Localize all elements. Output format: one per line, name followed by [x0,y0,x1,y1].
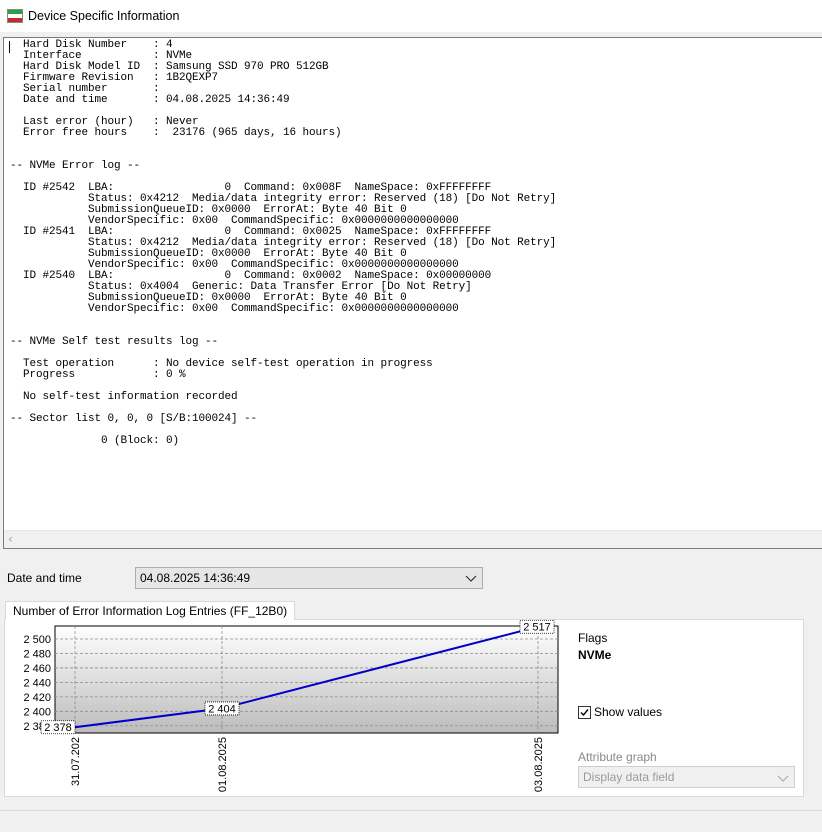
y-tick-label: 2 400 [23,706,51,718]
scroll-left-icon[interactable]: ‹ [8,532,13,546]
date-time-select-value: 04.08.2025 14:36:49 [140,571,251,585]
tab-label: Number of Error Information Log Entries … [13,604,288,618]
date-time-row: Date and time 04.08.2025 14:36:49 [0,555,822,601]
window-title: Device Specific Information [28,9,180,23]
tab-error-log-entries[interactable]: Number of Error Information Log Entries … [5,601,296,620]
data-label: 2 517 [523,622,551,634]
flags-value: NVMe [578,648,612,662]
date-time-select[interactable]: 04.08.2025 14:36:49 [135,567,483,589]
data-label: 2 378 [44,722,72,734]
show-values-label: Show values [594,705,663,719]
show-values-checkbox[interactable]: Show values [578,705,662,719]
graph-tab-area: Number of Error Information Log Entries … [0,601,822,831]
x-tick-label: 01.08.2025 [217,737,229,792]
status-bar [0,810,822,832]
horizontal-scrollbar[interactable]: ‹ [4,530,822,548]
date-time-label: Date and time [7,571,82,585]
data-label: 2 404 [208,703,236,715]
flags-label: Flags [578,631,608,645]
log-text-area[interactable]: Hard Disk Number : 4 Interface : NVMe Ha… [3,37,822,549]
checkbox-box[interactable] [578,705,591,719]
y-tick-label: 2 420 [23,692,51,704]
chevron-down-icon [465,575,477,582]
title-bar: Device Specific Information [0,0,822,32]
tab-panel: 2 380 2 400 2 420 2 440 2 460 2 480 2 500 31.07… [4,619,804,797]
y-tick-label: 2 440 [23,677,51,689]
x-tick-label: 31.07.202 [70,737,82,786]
log-text: Hard Disk Number : 4 Interface : NVMe Ha… [10,39,557,447]
error-log-chart: 2 3802 4002 4202 4402 4602 4802 50031.07… [23,620,559,792]
app-flag-icon [7,9,23,23]
chevron-down-icon [777,775,789,782]
attribute-graph-select[interactable]: Display data field [578,766,795,788]
y-tick-label: 2 460 [23,663,51,675]
attribute-graph-select-value: Display data field [583,770,675,784]
attribute-graph-label: Attribute graph [578,750,657,764]
y-tick-label: 2 480 [23,648,51,660]
x-tick-label: 03.08.2025 [533,737,545,792]
y-tick-label: 2 500 [23,634,51,646]
checkmark-icon [580,708,589,716]
